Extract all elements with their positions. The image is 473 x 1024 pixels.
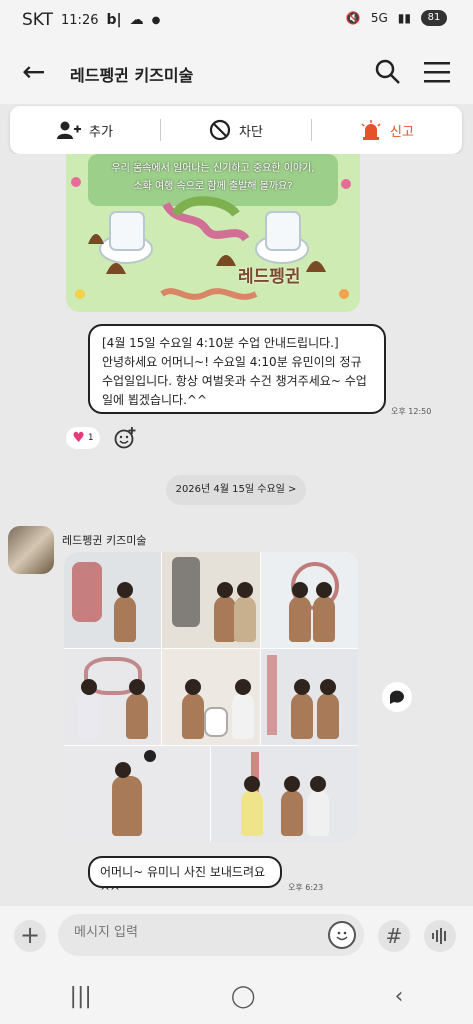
b-icon: b| bbox=[106, 12, 122, 28]
search-icon[interactable] bbox=[374, 58, 402, 86]
poster-brand: 레드펭귄 bbox=[238, 267, 301, 287]
signal-icon: ▮▮ bbox=[397, 11, 411, 25]
cloud-icon: ☁ bbox=[129, 12, 144, 28]
heart-reaction[interactable]: ♥ 1 bbox=[66, 427, 100, 449]
message-bubble[interactable]: [4월 15일 수요일 4:10분 수업 안내드립니다.] 안녕하세요 어머니~… bbox=[88, 324, 386, 414]
photo-thumbnail[interactable] bbox=[261, 552, 358, 648]
report-button[interactable]: 신고 bbox=[312, 120, 462, 140]
chat-title: 레드펭귄 키즈미술 bbox=[70, 66, 194, 85]
message-time: 오후 6:23 bbox=[288, 883, 324, 892]
poster-caption: 우리 몸속에서 일어나는 신기하고 중요한 이야기, 소화 여행 속으로 함께 … bbox=[66, 160, 360, 196]
hashtag-icon[interactable]: # bbox=[378, 920, 410, 952]
emoji-icon[interactable] bbox=[328, 921, 356, 949]
back-nav-icon[interactable]: ‹ bbox=[395, 984, 404, 1009]
carrier: SKT bbox=[22, 10, 54, 30]
block-label: 차단 bbox=[239, 124, 263, 140]
add-friend-button[interactable]: 추가 bbox=[10, 120, 160, 140]
battery-icon: 81 bbox=[421, 10, 447, 26]
chat-header: ← 레드펭귄 키즈미술 bbox=[0, 42, 473, 104]
status-right: 🔇 5G ▮▮ 81 bbox=[346, 10, 447, 26]
status-bar: SKT 11:26 b| ☁ ● 🔇 5G ▮▮ 81 bbox=[0, 0, 473, 42]
photo-thumbnail[interactable] bbox=[162, 649, 260, 745]
photo-thumbnail[interactable] bbox=[162, 552, 260, 648]
block-button[interactable]: 차단 bbox=[161, 119, 311, 141]
share-icon[interactable] bbox=[382, 682, 412, 712]
message-bubble[interactable]: 어머니~ 유미니 사진 보내드려요 ^^ bbox=[88, 856, 282, 898]
clock: 11:26 bbox=[61, 12, 99, 28]
back-arrow-icon[interactable]: ← bbox=[22, 58, 45, 86]
network-label: 5G bbox=[370, 11, 388, 25]
poster-image[interactable]: 우리 몸속에서 일어나는 신기하고 중요한 이야기, 소화 여행 속으로 함께 … bbox=[66, 154, 360, 312]
mute-icon: 🔇 bbox=[345, 11, 361, 25]
sender-name: 레드펭귄 키즈미술 bbox=[62, 534, 147, 547]
photo-thumbnail[interactable] bbox=[261, 649, 358, 745]
recent-apps-icon[interactable]: ||| bbox=[70, 984, 92, 1009]
reactions-row: ♥ 1 bbox=[66, 427, 136, 449]
action-bar: 추가 차단 신고 bbox=[10, 106, 462, 154]
photo-thumbnail[interactable] bbox=[64, 649, 161, 745]
photo-thumbnail[interactable] bbox=[64, 746, 210, 842]
message-input-container[interactable] bbox=[58, 914, 364, 956]
message-input[interactable] bbox=[72, 924, 316, 941]
voice-icon[interactable] bbox=[424, 920, 456, 952]
comment-icon bbox=[390, 690, 404, 704]
system-nav-bar: ||| ◯ ‹ bbox=[0, 968, 473, 1024]
photo-thumbnail[interactable] bbox=[211, 746, 358, 842]
block-icon bbox=[209, 119, 231, 141]
poster-caption-line2: 소화 여행 속으로 함께 출발해 볼까요? bbox=[133, 181, 293, 192]
report-label: 신고 bbox=[390, 124, 414, 140]
add-label: 추가 bbox=[89, 124, 113, 140]
dot-icon: ● bbox=[151, 14, 161, 26]
add-user-icon bbox=[57, 121, 82, 139]
message-time: 오후 12:50 bbox=[391, 407, 432, 416]
add-reaction-icon[interactable] bbox=[114, 427, 136, 449]
smile-glyph bbox=[336, 931, 348, 941]
siren-icon bbox=[361, 120, 381, 140]
heart-icon: ♥ bbox=[72, 430, 85, 446]
status-left: SKT 11:26 b| ☁ ● bbox=[22, 10, 160, 30]
reaction-count: 1 bbox=[87, 433, 94, 443]
home-icon[interactable]: ◯ bbox=[231, 984, 256, 1009]
date-divider[interactable]: 2026년 4월 15일 수요일 > bbox=[166, 475, 306, 505]
photo-thumbnail[interactable] bbox=[64, 552, 161, 648]
poster-caption-line1: 우리 몸속에서 일어나는 신기하고 중요한 이야기, bbox=[111, 163, 315, 174]
chat-area[interactable]: 우리 몸속에서 일어나는 신기하고 중요한 이야기, 소화 여행 속으로 함께 … bbox=[0, 154, 473, 906]
avatar[interactable] bbox=[8, 526, 54, 574]
plus-icon[interactable]: + bbox=[14, 920, 46, 952]
input-bar: + # bbox=[0, 906, 473, 968]
photo-grid bbox=[64, 552, 358, 842]
hamburger-menu-icon[interactable] bbox=[424, 60, 450, 84]
waveform-glyph bbox=[432, 928, 446, 944]
